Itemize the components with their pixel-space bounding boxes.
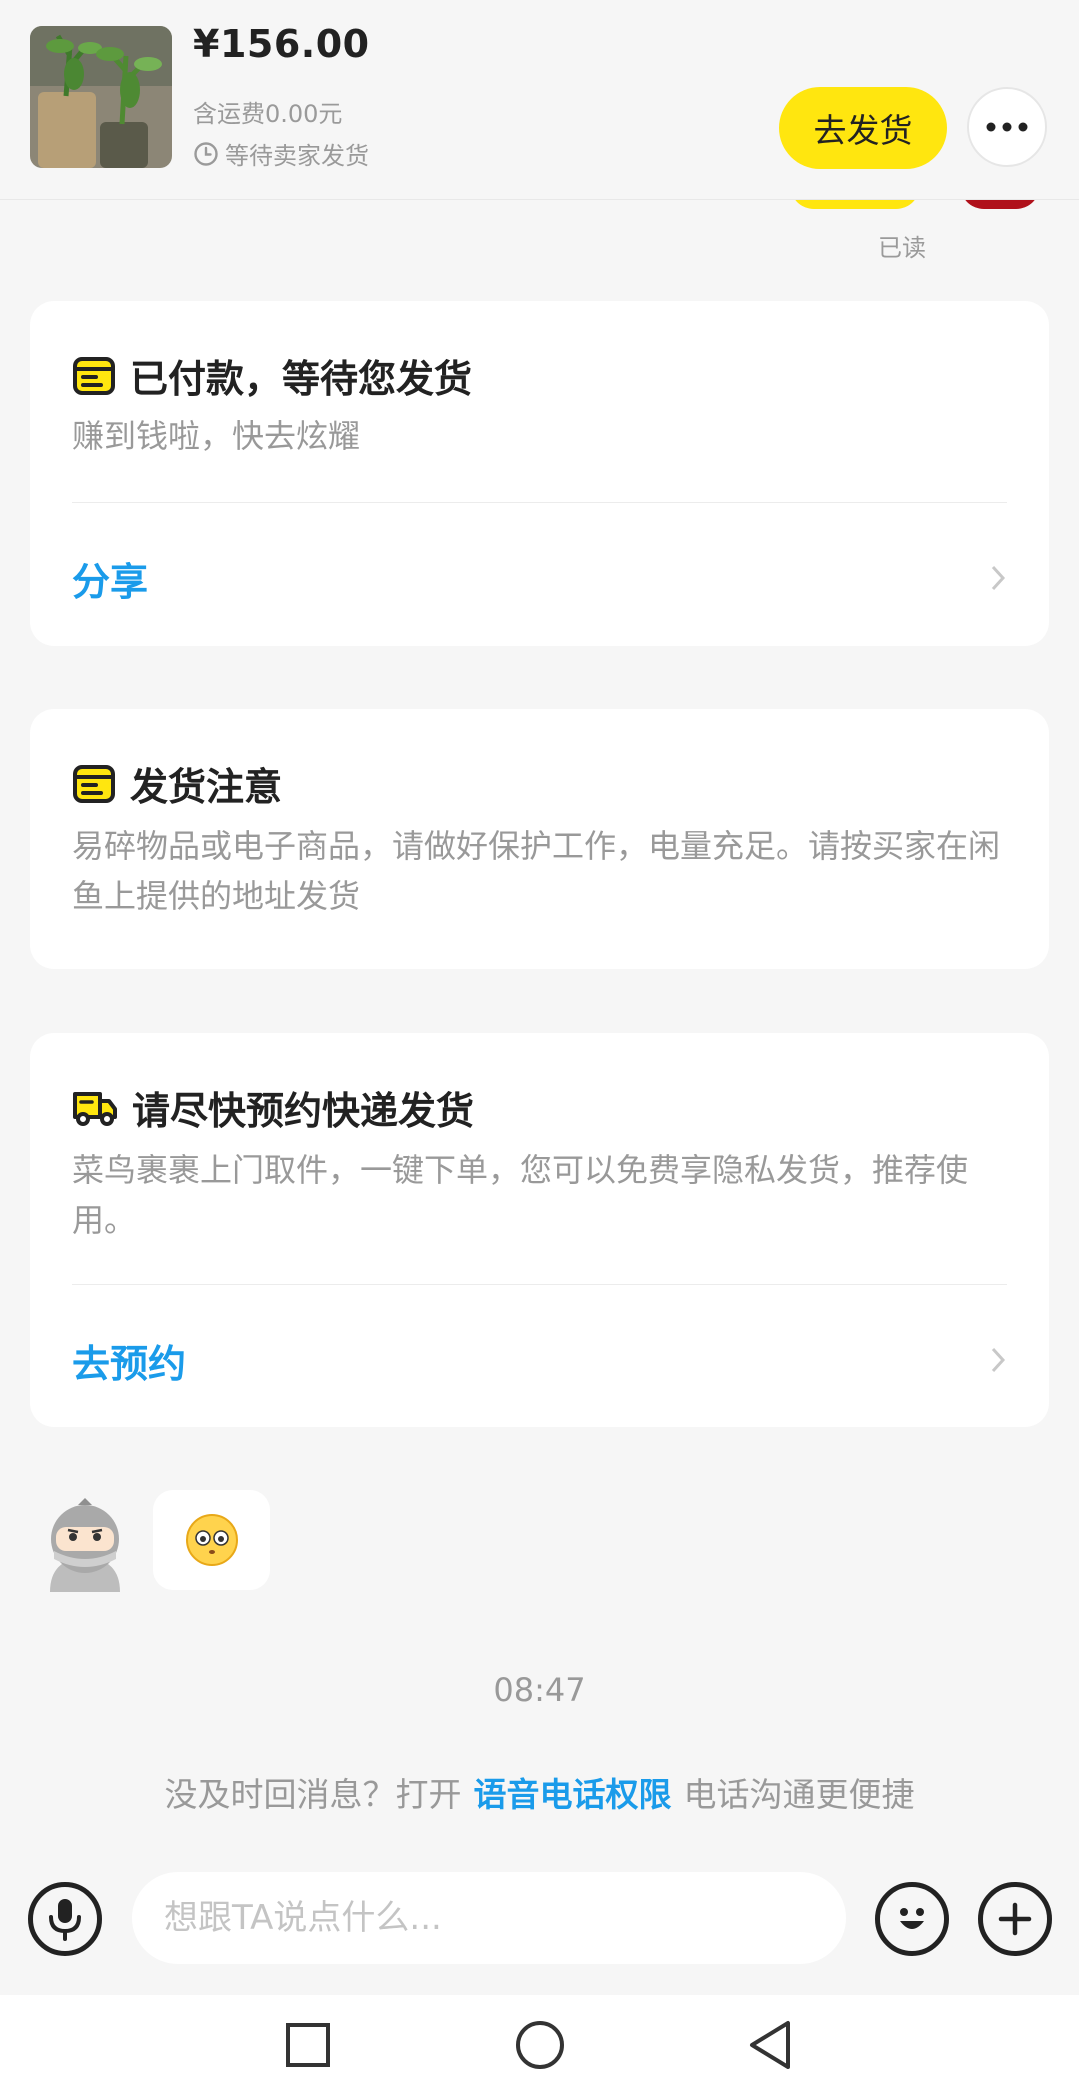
message-input[interactable] (132, 1872, 846, 1964)
triangle-back-icon (750, 2021, 790, 2069)
chevron-right-icon (991, 565, 1006, 591)
order-card-icon (72, 356, 116, 396)
emoji-message-bubble[interactable] (153, 1490, 270, 1590)
message-timestamp: 08:47 (493, 1671, 586, 1709)
shipping-fee: 含运费0.00元 (193, 100, 343, 128)
neutral-face-emoji (185, 1514, 238, 1566)
courier-card: 请尽快预约快递发货 菜鸟裹裹上门取件，一键下单，您可以免费享隐私发货，推荐使用。… (30, 1033, 1049, 1427)
read-receipt: 已读 (878, 234, 926, 262)
paid-card: 已付款，等待您发货 赚到钱啦，快去炫耀 分享 (30, 301, 1049, 646)
notice-card-title: 发货注意 (72, 756, 282, 811)
recents-button[interactable] (268, 2005, 348, 2085)
circle-icon (516, 2021, 564, 2069)
order-card-icon (72, 764, 116, 804)
book-courier-link[interactable]: 去预约 (72, 1330, 1007, 1390)
voice-call-tip: 没及时回消息？打开 语音电话权限 电话沟通更便捷 (0, 1768, 1079, 1816)
paid-card-title-text: 已付款，等待您发货 (130, 357, 473, 401)
more-dots-icon (986, 122, 1028, 132)
system-nav-bar (0, 1995, 1079, 2092)
ninja-avatar[interactable] (40, 1497, 130, 1592)
microphone-icon (49, 1899, 81, 1941)
shipping-notice-card: 发货注意 易碎物品或电子商品，请做好保护工作，电量充足。请按买家在闲鱼上提供的地… (30, 709, 1049, 969)
clock-icon (194, 141, 218, 166)
voice-permission-link[interactable]: 语音电话权限 (474, 1775, 672, 1814)
smiley-icon (900, 1908, 924, 1929)
order-status: 等待卖家发货 (193, 136, 369, 171)
courier-card-title: 请尽快预约快递发货 (72, 1080, 474, 1135)
courier-card-desc: 菜鸟裹裹上门取件，一键下单，您可以免费享隐私发货，推荐使用。 (72, 1151, 969, 1239)
order-header: ¥156.00 含运费0.00元 等待卖家发货 去发货 (0, 0, 1079, 200)
share-link-label: 分享 (72, 559, 149, 604)
divider (72, 502, 1007, 503)
message-input-bar (0, 1860, 1079, 1995)
delivery-truck-icon (72, 1088, 118, 1128)
home-button[interactable] (500, 2005, 580, 2085)
book-courier-label: 去预约 (72, 1341, 187, 1386)
notice-card-title-text: 发货注意 (130, 765, 283, 809)
divider (72, 1284, 1007, 1285)
product-thumbnail[interactable] (30, 26, 172, 168)
tip-prefix: 没及时回消息？打开 (164, 1775, 462, 1814)
paid-card-title: 已付款，等待您发货 (72, 348, 472, 403)
plant-thumbnail-image (30, 26, 172, 168)
emoji-button[interactable] (875, 1882, 949, 1956)
paid-card-desc: 赚到钱啦，快去炫耀 (72, 417, 361, 455)
notice-card-desc: 易碎物品或电子商品，请做好保护工作，电量充足。请按买家在闲鱼上提供的地址发货 (72, 827, 1001, 915)
tip-suffix: 电话沟通更便捷 (683, 1775, 915, 1814)
share-link[interactable]: 分享 (72, 548, 1007, 608)
product-price: ¥156.00 (193, 22, 370, 66)
voice-input-button[interactable] (28, 1882, 102, 1956)
plus-icon (998, 1902, 1032, 1936)
courier-card-title-text: 请尽快预约快递发货 (132, 1089, 475, 1133)
back-button[interactable] (730, 2005, 810, 2085)
chevron-right-icon (991, 1347, 1006, 1373)
more-actions-button[interactable] (978, 1882, 1052, 1956)
ship-button[interactable]: 去发货 (779, 87, 947, 169)
order-status-text: 等待卖家发货 (225, 142, 369, 170)
square-icon (286, 2023, 330, 2067)
more-button[interactable] (967, 87, 1047, 167)
